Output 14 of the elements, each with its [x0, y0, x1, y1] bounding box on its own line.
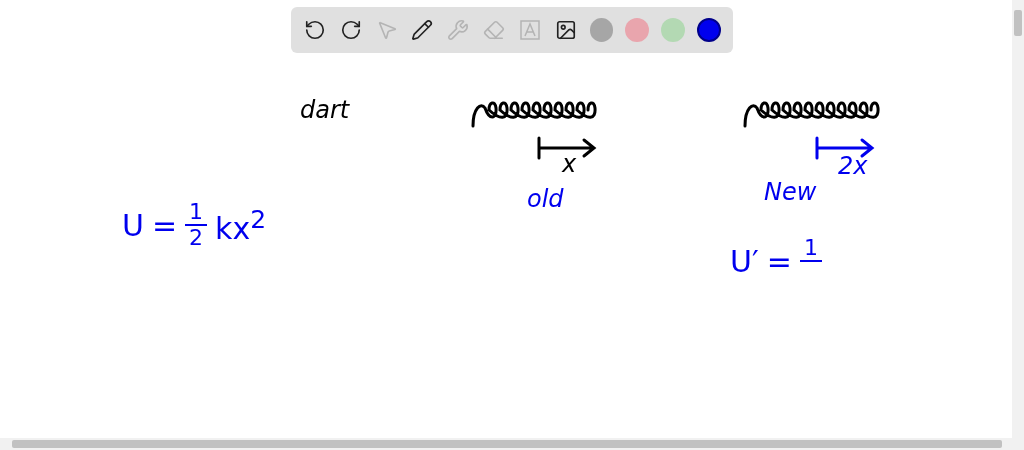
- handwritten-text: New: [764, 178, 817, 206]
- pencil-icon[interactable]: [410, 18, 435, 42]
- ink-swatch[interactable]: [625, 18, 650, 42]
- vertical-scrollbar[interactable]: [1012, 0, 1024, 438]
- handwritten-text: dart: [300, 96, 350, 124]
- handwritten-text: 2x: [838, 152, 868, 180]
- handwritten-text: old: [527, 185, 564, 213]
- ink-swatch[interactable]: [661, 18, 686, 42]
- horizontal-scrollbar[interactable]: [0, 438, 1024, 450]
- handwritten-equation: U′ = 1: [730, 236, 822, 287]
- undo-icon[interactable]: [303, 18, 327, 42]
- handwritten-text: x: [562, 150, 577, 178]
- ink-swatch[interactable]: [589, 18, 614, 42]
- ink-swatch[interactable]: [697, 18, 721, 42]
